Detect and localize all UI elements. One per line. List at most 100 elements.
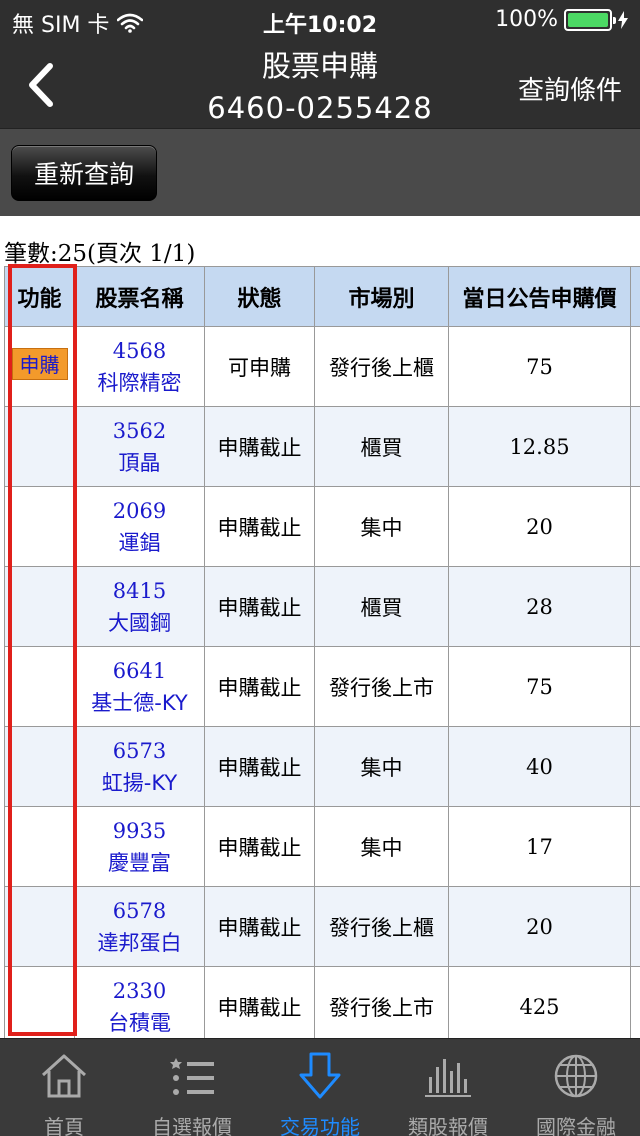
table-row[interactable]: 申購 4568 科際精密 可申購 發行後上櫃 75 xyxy=(4,326,640,407)
stock-name[interactable]: 台積電 xyxy=(75,1007,204,1039)
bar-chart-icon xyxy=(425,1059,471,1097)
stock-code[interactable]: 9935 xyxy=(75,815,204,847)
query-conditions-button[interactable]: 查詢條件 xyxy=(518,70,622,107)
subscription-table[interactable]: 功能 股票名稱 狀態 市場別 當日公告申購價 申購 4568 科際精密 可申購 發行後上… xyxy=(4,266,640,1038)
status-cell: 申購截止 xyxy=(204,886,315,967)
market-cell: 發行後上市 xyxy=(314,966,449,1038)
tab-international-label: 國際金融 xyxy=(536,1115,616,1136)
function-cell xyxy=(4,966,75,1038)
stock-name[interactable]: 慶豐富 xyxy=(75,847,204,879)
header-price: 當日公告申購價 xyxy=(448,266,631,327)
market-cell: 櫃買 xyxy=(314,406,449,487)
overflow-cell xyxy=(630,726,640,807)
price-cell: 20 xyxy=(448,486,631,567)
stock-name-cell[interactable]: 8415 大國鋼 xyxy=(74,566,205,647)
stock-name-cell[interactable]: 2330 台積電 xyxy=(74,966,205,1039)
status-cell: 申購截止 xyxy=(204,566,315,647)
table-row[interactable]: 6578 達邦蛋白 申購截止 發行後上櫃 20 xyxy=(4,886,640,967)
function-cell xyxy=(4,486,75,567)
price-cell: 28 xyxy=(448,566,631,647)
table-row[interactable]: 6641 基士德-KY 申購截止 發行後上市 75 xyxy=(4,646,640,727)
stock-name-cell[interactable]: 6641 基士德-KY xyxy=(74,646,205,727)
status-cell: 申購截止 xyxy=(204,646,315,727)
list-icon xyxy=(170,1058,214,1095)
stock-name-cell[interactable]: 3562 頂晶 xyxy=(74,406,205,487)
stock-code[interactable]: 3562 xyxy=(75,415,204,447)
header-market: 市場別 xyxy=(314,266,449,327)
status-cell: 申購截止 xyxy=(204,726,315,807)
nav-bar: 股票申購 6460-0255428 查詢條件 xyxy=(0,42,640,128)
tab-home-label: 首頁 xyxy=(44,1115,84,1136)
table-header-row: 功能 股票名稱 狀態 市場別 當日公告申購價 xyxy=(4,266,640,327)
stock-name[interactable]: 大國鋼 xyxy=(75,607,204,639)
status-cell: 可申購 xyxy=(204,326,315,407)
stock-name[interactable]: 基士德-KY xyxy=(75,687,204,719)
price-cell: 20 xyxy=(448,886,631,967)
stock-name-cell[interactable]: 6578 達邦蛋白 xyxy=(74,886,205,967)
status-cell: 申購截止 xyxy=(204,966,315,1038)
tab-watchlist-label: 自選報價 xyxy=(152,1115,232,1136)
stock-code[interactable]: 6573 xyxy=(75,735,204,767)
function-cell xyxy=(4,406,75,487)
overflow-cell xyxy=(630,806,640,887)
stock-name-cell[interactable]: 9935 慶豐富 xyxy=(74,806,205,887)
apply-button[interactable]: 申購 xyxy=(11,348,68,380)
status-cell: 申購截止 xyxy=(204,806,315,887)
header-function: 功能 xyxy=(4,266,75,327)
status-bar: 無 SIM 卡 上午10:02 100% xyxy=(0,0,640,42)
requery-button[interactable]: 重新查詢 xyxy=(11,145,157,201)
function-cell xyxy=(4,806,75,887)
tab-bar: 首頁 自選報價 交易功能 類股報價 國際金融 xyxy=(0,1038,640,1136)
stock-code[interactable]: 6578 xyxy=(75,895,204,927)
record-count: 筆數:25(頁次 1/1) xyxy=(4,241,196,267)
stock-name[interactable]: 達邦蛋白 xyxy=(75,927,204,959)
price-cell: 17 xyxy=(448,806,631,887)
tab-watchlist[interactable]: 自選報價 xyxy=(128,1039,256,1136)
stock-code[interactable]: 6641 xyxy=(75,655,204,687)
tab-international[interactable]: 國際金融 xyxy=(512,1039,640,1136)
stock-code[interactable]: 4568 xyxy=(75,335,204,367)
battery-group: 100% xyxy=(495,7,628,32)
tab-trading-label: 交易功能 xyxy=(280,1115,360,1136)
stock-code[interactable]: 2330 xyxy=(75,975,204,1007)
table-row[interactable]: 8415 大國鋼 申購截止 櫃買 28 xyxy=(4,566,640,647)
function-cell: 申購 xyxy=(4,326,75,407)
stock-code[interactable]: 2069 xyxy=(75,495,204,527)
stock-name[interactable]: 頂晶 xyxy=(75,447,204,479)
table-row[interactable]: 3562 頂晶 申購截止 櫃買 12.85 xyxy=(4,406,640,487)
header-status: 狀態 xyxy=(204,266,315,327)
market-cell: 發行後上市 xyxy=(314,646,449,727)
toolbar: 重新查詢 xyxy=(0,128,640,216)
function-cell xyxy=(4,726,75,807)
function-cell xyxy=(4,566,75,647)
stock-name[interactable]: 運錩 xyxy=(75,527,204,559)
header-overflow xyxy=(630,266,640,327)
price-cell: 12.85 xyxy=(448,406,631,487)
tab-sector-quotes[interactable]: 類股報價 xyxy=(384,1039,512,1136)
price-cell: 75 xyxy=(448,326,631,407)
stock-code[interactable]: 8415 xyxy=(75,575,204,607)
table-row[interactable]: 9935 慶豐富 申購截止 集中 17 xyxy=(4,806,640,887)
stock-name-cell[interactable]: 6573 虹揚-KY xyxy=(74,726,205,807)
stock-name[interactable]: 虹揚-KY xyxy=(75,767,204,799)
overflow-cell xyxy=(630,566,640,647)
overflow-cell xyxy=(630,406,640,487)
stock-name[interactable]: 科際精密 xyxy=(75,367,204,399)
stock-name-cell[interactable]: 4568 科際精密 xyxy=(74,326,205,407)
stock-name-cell[interactable]: 2069 運錩 xyxy=(74,486,205,567)
overflow-cell xyxy=(630,966,640,1038)
function-cell xyxy=(4,886,75,967)
table-row[interactable]: 2330 台積電 申購截止 發行後上市 425 xyxy=(4,966,640,1039)
status-cell: 申購截止 xyxy=(204,486,315,567)
overflow-cell xyxy=(630,646,640,727)
download-arrow-icon xyxy=(299,1052,341,1099)
tab-home[interactable]: 首頁 xyxy=(0,1039,128,1136)
table-row[interactable]: 2069 運錩 申購截止 集中 20 xyxy=(4,486,640,567)
market-cell: 集中 xyxy=(314,726,449,807)
table-row[interactable]: 6573 虹揚-KY 申購截止 集中 40 xyxy=(4,726,640,807)
market-cell: 集中 xyxy=(314,806,449,887)
battery-icon xyxy=(564,8,616,31)
market-cell: 發行後上櫃 xyxy=(314,886,449,967)
overflow-cell xyxy=(630,486,640,567)
tab-trading[interactable]: 交易功能 xyxy=(256,1039,384,1136)
